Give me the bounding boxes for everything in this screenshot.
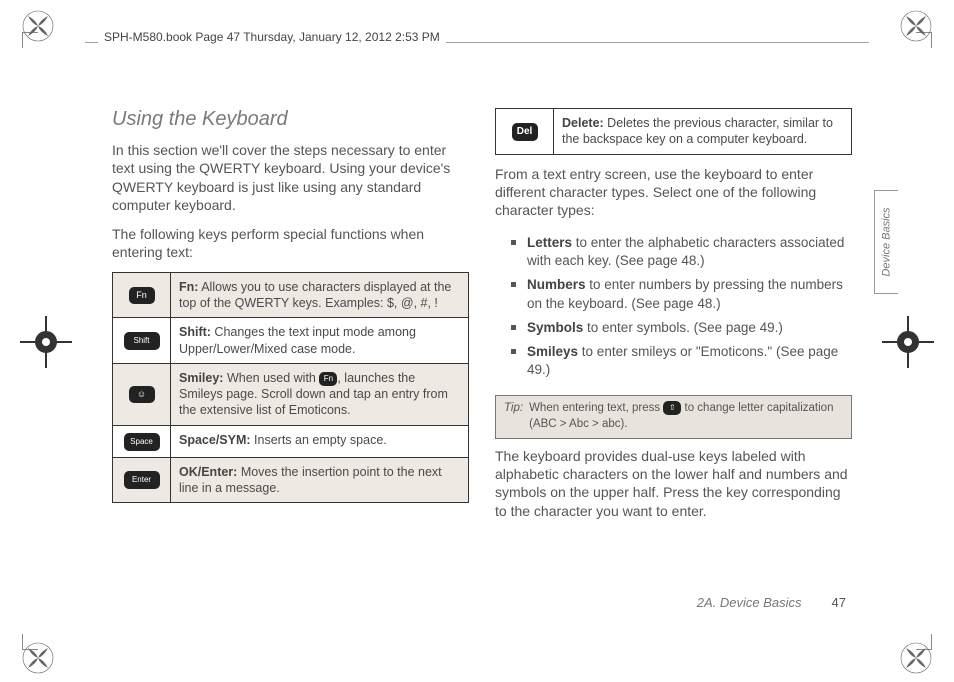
registration-mark-icon [20,316,72,368]
delete-key-table: Del Delete: Deletes the previous charact… [495,108,852,155]
side-tab: Device Basics [874,190,898,294]
list-item: Smileys to enter smileys or "Emoticons."… [517,343,852,379]
manual-page: SPH-M580.book Page 47 Thursday, January … [0,0,954,682]
dual-use-paragraph: The keyboard provides dual-use keys labe… [495,447,852,521]
pinwheel-icon [22,642,54,674]
enter-key-icon: Enter [124,471,160,489]
key-functions-table: Fn Fn: Allows you to use characters disp… [112,272,469,503]
table-row: Del Delete: Deletes the previous charact… [496,109,852,155]
table-row: Shift Shift: Changes the text input mode… [113,318,469,364]
pinwheel-icon [900,642,932,674]
page-footer: 2A. Device Basics 47 [0,595,954,610]
tip-box: Tip: When entering text, press ⇧ to chan… [495,395,852,438]
char-types-list: Letters to enter the alphabetic characte… [517,234,852,386]
fn-key-icon: Fn [129,287,155,304]
right-column: Del Delete: Deletes the previous charact… [495,108,852,608]
shift-key-icon: Shift [124,332,160,350]
table-row: Fn Fn: Allows you to use characters disp… [113,272,469,318]
section-title: Using the Keyboard [112,108,469,131]
lead-paragraph: The following keys perform special funct… [112,225,469,262]
footer-page-number: 47 [832,595,846,610]
delete-key-icon: Del [512,123,538,141]
left-column: Using the Keyboard In this section we'll… [112,108,469,608]
space-key-icon: Space [124,433,160,451]
tip-label: Tip: [504,401,523,432]
tip-text: When entering text, press ⇧ to change le… [529,401,843,432]
pinwheel-icon [900,10,932,42]
content-columns: Using the Keyboard In this section we'll… [112,108,852,608]
list-item: Symbols to enter symbols. (See page 49.) [517,319,852,337]
table-row: Enter OK/Enter: Moves the insertion poin… [113,457,469,503]
intro-paragraph: In this section we'll cover the steps ne… [112,141,469,215]
char-types-intro: From a text entry screen, use the keyboa… [495,165,852,220]
fn-key-inline-icon: Fn [319,372,337,386]
table-row: ☺ Smiley: When used with Fn, launches th… [113,363,469,425]
pinwheel-icon [22,10,54,42]
side-tab-label: Device Basics [881,207,893,276]
shift-key-inline-icon: ⇧ [663,401,681,415]
header-stamp: SPH-M580.book Page 47 Thursday, January … [98,30,446,44]
registration-mark-icon [882,316,934,368]
list-item: Numbers to enter numbers by pressing the… [517,276,852,312]
table-row: Space Space/SYM: Inserts an empty space. [113,425,469,457]
footer-section: 2A. Device Basics [697,595,802,610]
smiley-key-icon: ☺ [129,386,155,403]
list-item: Letters to enter the alphabetic characte… [517,234,852,270]
